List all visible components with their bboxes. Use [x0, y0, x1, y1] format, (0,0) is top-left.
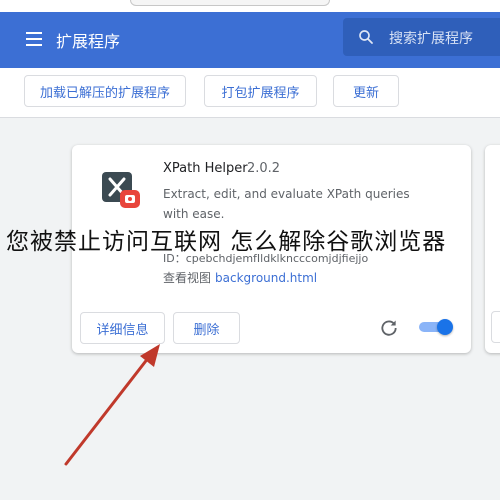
- search-icon: [359, 30, 373, 44]
- extension-name: XPath Helper: [163, 161, 248, 176]
- details-button[interactable]: 详细信息: [80, 312, 165, 344]
- remove-button[interactable]: 删除: [173, 312, 240, 344]
- load-unpacked-button[interactable]: 加载已解压的扩展程序: [24, 75, 186, 107]
- next-card-button[interactable]: [491, 311, 500, 343]
- toolbar: 加载已解压的扩展程序 打包扩展程序 更新: [0, 68, 500, 118]
- update-button[interactable]: 更新: [333, 75, 399, 107]
- page-title: 扩展程序: [56, 32, 121, 51]
- app-header: 扩展程序 搜索扩展程序: [0, 12, 500, 68]
- xpath-helper-icon: [102, 172, 140, 208]
- hamburger-menu-icon[interactable]: [26, 32, 42, 46]
- search-placeholder: 搜索扩展程序: [389, 31, 473, 47]
- inspect-views: 查看视图 background.html: [163, 269, 317, 286]
- overlay-banner-text: 您被禁止访问互联网 怎么解除谷歌浏览器: [6, 229, 447, 255]
- toggle-knob: [437, 319, 453, 335]
- background-page-link[interactable]: background.html: [215, 271, 317, 285]
- pack-extension-button[interactable]: 打包扩展程序: [204, 75, 317, 107]
- enable-toggle[interactable]: [419, 319, 453, 335]
- extension-version: 2.0.2: [247, 161, 281, 176]
- inspect-views-label: 查看视图: [163, 271, 212, 285]
- extension-description: Extract, edit, and evaluate XPath querie…: [163, 187, 410, 221]
- search-input[interactable]: 搜索扩展程序: [343, 18, 500, 56]
- reload-icon[interactable]: [379, 318, 399, 338]
- tab-edge: [130, 0, 330, 6]
